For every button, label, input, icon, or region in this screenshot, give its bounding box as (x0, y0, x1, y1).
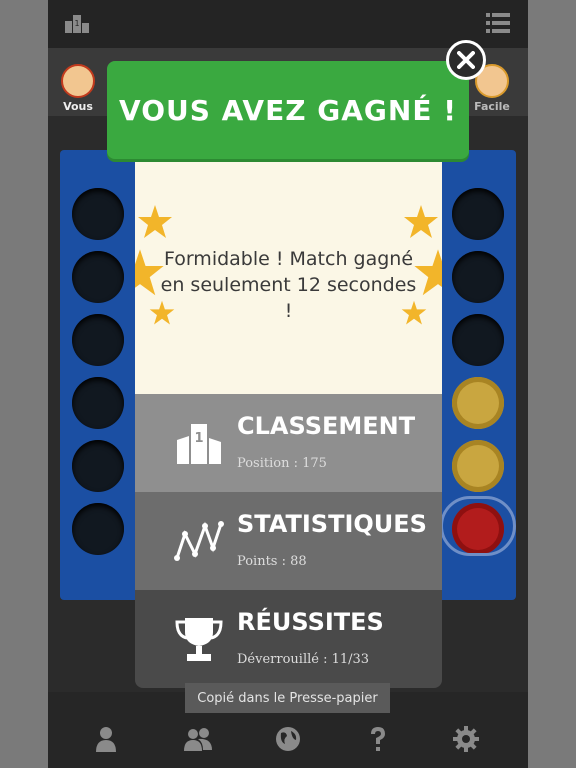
globe-icon[interactable] (270, 724, 306, 754)
board-slot (72, 503, 124, 555)
row-subtitle: Déverrouillé : 11/33 (237, 652, 370, 667)
close-icon (457, 51, 475, 69)
yellow-token (452, 440, 504, 492)
row-title: RÉUSSITES (237, 608, 384, 636)
row-title: CLASSEMENT (237, 412, 416, 440)
yellow-token (452, 377, 504, 429)
victory-banner: VOUS AVEZ GAGNÉ ! (107, 61, 469, 159)
achievements-row[interactable]: RÉUSSITES Déverrouillé : 11/33 (135, 590, 442, 688)
leaderboard-icon[interactable]: 1 (64, 12, 90, 38)
star-icon (404, 205, 438, 238)
avatar (61, 64, 95, 98)
board-slot (72, 188, 124, 240)
menu-icon[interactable] (486, 12, 510, 38)
victory-dialog: Formidable ! Match gagné en seulement 12… (135, 150, 442, 688)
right-background (528, 0, 576, 768)
gear-icon[interactable] (448, 724, 484, 754)
message-panel: Formidable ! Match gagné en seulement 12… (135, 150, 442, 394)
victory-message: Formidable ! Match gagné en seulement 12… (160, 248, 417, 322)
left-background (0, 0, 48, 768)
dialog-title: VOUS AVEZ GAGNÉ ! (119, 93, 457, 127)
podium-icon: 1 (177, 424, 221, 464)
top-bar: 1 (48, 0, 528, 48)
clipboard-toast: Copié dans le Presse-papier (185, 683, 390, 713)
row-subtitle: Position : 175 (237, 456, 327, 471)
two-players-icon[interactable] (180, 724, 216, 754)
trophy-icon (175, 618, 223, 661)
svg-text:1: 1 (194, 431, 203, 446)
last-move-highlight (440, 496, 516, 556)
close-button[interactable] (446, 40, 486, 80)
board-slot (72, 251, 124, 303)
stats-line-icon (174, 521, 224, 561)
help-icon[interactable] (360, 724, 396, 754)
player-you: Vous (48, 64, 108, 113)
row-title: STATISTIQUES (237, 510, 427, 538)
board-slot (452, 188, 504, 240)
star-icon (138, 205, 172, 238)
opponent-label: Facile (474, 100, 510, 113)
person-icon[interactable] (88, 724, 124, 754)
player-label: Vous (63, 100, 93, 113)
svg-text:1: 1 (74, 19, 79, 28)
board-slot (452, 314, 504, 366)
board-slot (452, 251, 504, 303)
board-slot (72, 314, 124, 366)
board-slot (72, 377, 124, 429)
leaderboard-row[interactable]: 1 CLASSEMENT Position : 175 (135, 394, 442, 492)
board-slot (72, 440, 124, 492)
statistics-row[interactable]: STATISTIQUES Points : 88 (135, 492, 442, 590)
row-subtitle: Points : 88 (237, 554, 307, 569)
